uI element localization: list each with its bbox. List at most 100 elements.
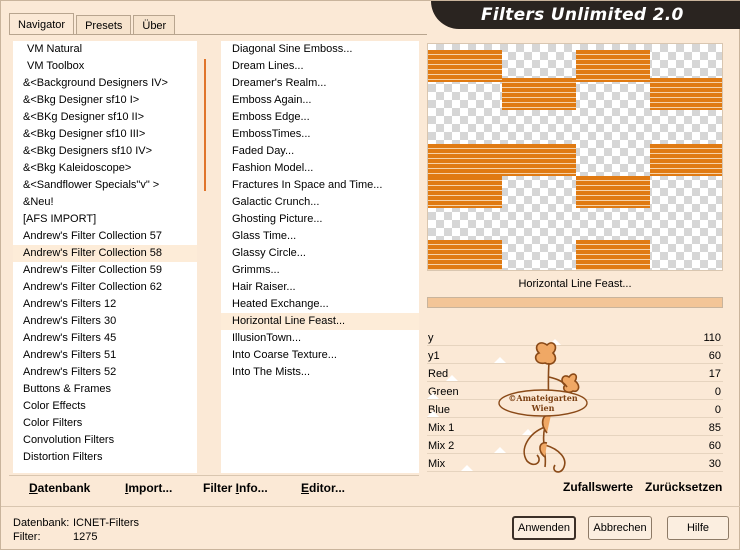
filter-item[interactable]: Glassy Circle...	[221, 245, 419, 262]
category-item[interactable]: Color Effects	[13, 398, 211, 415]
filter-item[interactable]: IllusionTown...	[221, 330, 419, 347]
category-item[interactable]: &<Sandflower Specials"v" >	[13, 177, 211, 194]
category-item[interactable]: &Neu!	[13, 194, 211, 211]
preview-stripe-block	[428, 144, 502, 176]
category-scrollbar[interactable]	[197, 41, 211, 473]
param-slider-thumb[interactable]	[446, 375, 459, 381]
param-row[interactable]: Green 0	[427, 383, 723, 401]
param-row[interactable]: y 110	[427, 329, 723, 347]
filter-item[interactable]: Dream Lines...	[221, 58, 419, 75]
param-slider-track[interactable]	[427, 435, 723, 436]
param-row[interactable]: Mix 30	[427, 455, 723, 473]
category-item[interactable]: Buttons & Frames	[13, 381, 211, 398]
preview-stripe-block	[502, 144, 576, 176]
preview-stripe-block	[650, 144, 722, 176]
category-item[interactable]: Andrew's Filters 52	[13, 364, 211, 381]
filter-item[interactable]: Diagonal Sine Emboss...	[221, 41, 419, 58]
filter-item[interactable]: Glass Time...	[221, 228, 419, 245]
filter-list[interactable]: Diagonal Sine Emboss... Dream Lines... Dre…	[221, 41, 419, 473]
action-bar: Datenbank Import... Filter Info... Edito…	[9, 475, 419, 499]
param-slider-track[interactable]	[427, 399, 723, 400]
tab-presets[interactable]: Presets	[76, 15, 132, 35]
category-item[interactable]: &<Bkg Kaleidoscope>	[13, 160, 211, 177]
category-list[interactable]: VM Natural VM Toolbox &<Background Designe…	[13, 41, 211, 473]
filter-item[interactable]: Emboss Again...	[221, 92, 419, 109]
param-slider-thumb[interactable]	[549, 339, 562, 345]
filter-item[interactable]: Fashion Model...	[221, 160, 419, 177]
category-item[interactable]: Andrew's Filters 12	[13, 296, 211, 313]
filter-item[interactable]: Ghosting Picture...	[221, 211, 419, 228]
param-slider-track[interactable]	[427, 363, 723, 364]
filter-item[interactable]: EmbossTimes...	[221, 126, 419, 143]
param-row[interactable]: Mix 1 85	[427, 419, 723, 437]
cancel-button[interactable]: Abbrechen	[588, 516, 652, 540]
tab-navigator[interactable]: Navigator	[9, 13, 75, 35]
category-item[interactable]: Andrew's Filter Collection 62	[13, 279, 211, 296]
param-slider-track[interactable]	[427, 345, 723, 346]
filter-item[interactable]: Into Coarse Texture...	[221, 347, 419, 364]
preview-stripe-block	[428, 240, 502, 270]
filter-info-button[interactable]: Filter Info...	[203, 481, 268, 495]
random-values-button[interactable]: Zufallswerte	[563, 480, 633, 494]
category-item[interactable]: Andrew's Filter Collection 57	[13, 228, 211, 245]
param-slider-track[interactable]	[427, 453, 723, 454]
category-item[interactable]: Distortion Filters	[13, 449, 211, 466]
category-item[interactable]: Andrew's Filters 45	[13, 330, 211, 347]
apply-button[interactable]: Anwenden	[512, 516, 576, 540]
tab--ber[interactable]: Über	[133, 15, 176, 35]
window-title: Filters Unlimited 2.0	[481, 5, 684, 25]
param-row[interactable]: y1 60	[427, 347, 723, 365]
category-item[interactable]: Andrew's Filter Collection 59	[13, 262, 211, 279]
param-row[interactable]: Red 17	[427, 365, 723, 383]
filter-item[interactable]: Fractures In Space and Time...	[221, 177, 419, 194]
filter-item[interactable]: Into The Mists...	[221, 364, 419, 381]
reset-button[interactable]: Zurücksetzen	[645, 480, 722, 494]
param-row[interactable]: Blue 0	[427, 401, 723, 419]
filter-item[interactable]: Galactic Crunch...	[221, 194, 419, 211]
filter-item[interactable]: Emboss Edge...	[221, 109, 419, 126]
param-slider-thumb[interactable]	[427, 393, 439, 399]
preview-stripe-block	[576, 176, 650, 208]
filter-item[interactable]: Heated Exchange...	[221, 296, 419, 313]
category-item[interactable]: &<Bkg Designer sf10 I>	[13, 92, 211, 109]
param-slider-thumb[interactable]	[460, 465, 473, 471]
param-slider-thumb[interactable]	[521, 429, 534, 435]
category-item[interactable]: Andrew's Filters 51	[13, 347, 211, 364]
param-row[interactable]: Mix 2 60	[427, 437, 723, 455]
category-item[interactable]: [AFS IMPORT]	[13, 211, 211, 228]
param-slider-track[interactable]	[427, 417, 723, 418]
filter-item[interactable]: Grimms...	[221, 262, 419, 279]
filter-item[interactable]: Horizontal Line Feast...	[221, 313, 419, 330]
category-item[interactable]: Convolution Filters	[13, 432, 211, 449]
category-item[interactable]: Andrew's Filter Collection 58	[13, 245, 211, 262]
tab-divider	[9, 34, 427, 35]
category-item[interactable]: &<Background Designers IV>	[13, 75, 211, 92]
category-item[interactable]: &<Bkg Designer sf10 III>	[13, 126, 211, 143]
param-slider-thumb[interactable]	[493, 447, 506, 453]
filter-item[interactable]: Dreamer's Realm...	[221, 75, 419, 92]
status-database: Datenbank: ICNET-Filters	[13, 517, 139, 529]
editor-button[interactable]: Editor...	[301, 481, 345, 495]
preview-stripe-block	[428, 176, 502, 208]
tab-bar: Navigator Presets Über	[9, 13, 177, 35]
param-slider-thumb[interactable]	[493, 357, 506, 363]
filter-item[interactable]: Faded Day...	[221, 143, 419, 160]
filter-item[interactable]: Hair Raiser...	[221, 279, 419, 296]
param-slider-thumb[interactable]	[427, 411, 439, 417]
param-slider-track[interactable]	[427, 381, 723, 382]
import-button[interactable]: Import...	[125, 481, 172, 495]
category-item[interactable]: VM Natural	[13, 41, 211, 58]
database-button[interactable]: Datenbank	[29, 481, 90, 495]
category-item[interactable]: VM Toolbox	[13, 58, 211, 75]
category-item[interactable]: &<BKg Designer sf10 II>	[13, 109, 211, 126]
category-item[interactable]: Andrew's Filters 30	[13, 313, 211, 330]
status-filter-count: Filter: 1275	[13, 531, 97, 543]
category-item[interactable]: Color Filters	[13, 415, 211, 432]
preview-filter-name: Horizontal Line Feast...	[427, 273, 723, 295]
footer-separator	[1, 506, 740, 507]
category-item[interactable]: &<Bkg Designers sf10 IV>	[13, 143, 211, 160]
scrollbar-thumb[interactable]	[204, 59, 206, 191]
preview-stripe-block	[502, 78, 576, 110]
help-button[interactable]: Hilfe	[667, 516, 729, 540]
param-slider-track[interactable]	[427, 471, 723, 472]
